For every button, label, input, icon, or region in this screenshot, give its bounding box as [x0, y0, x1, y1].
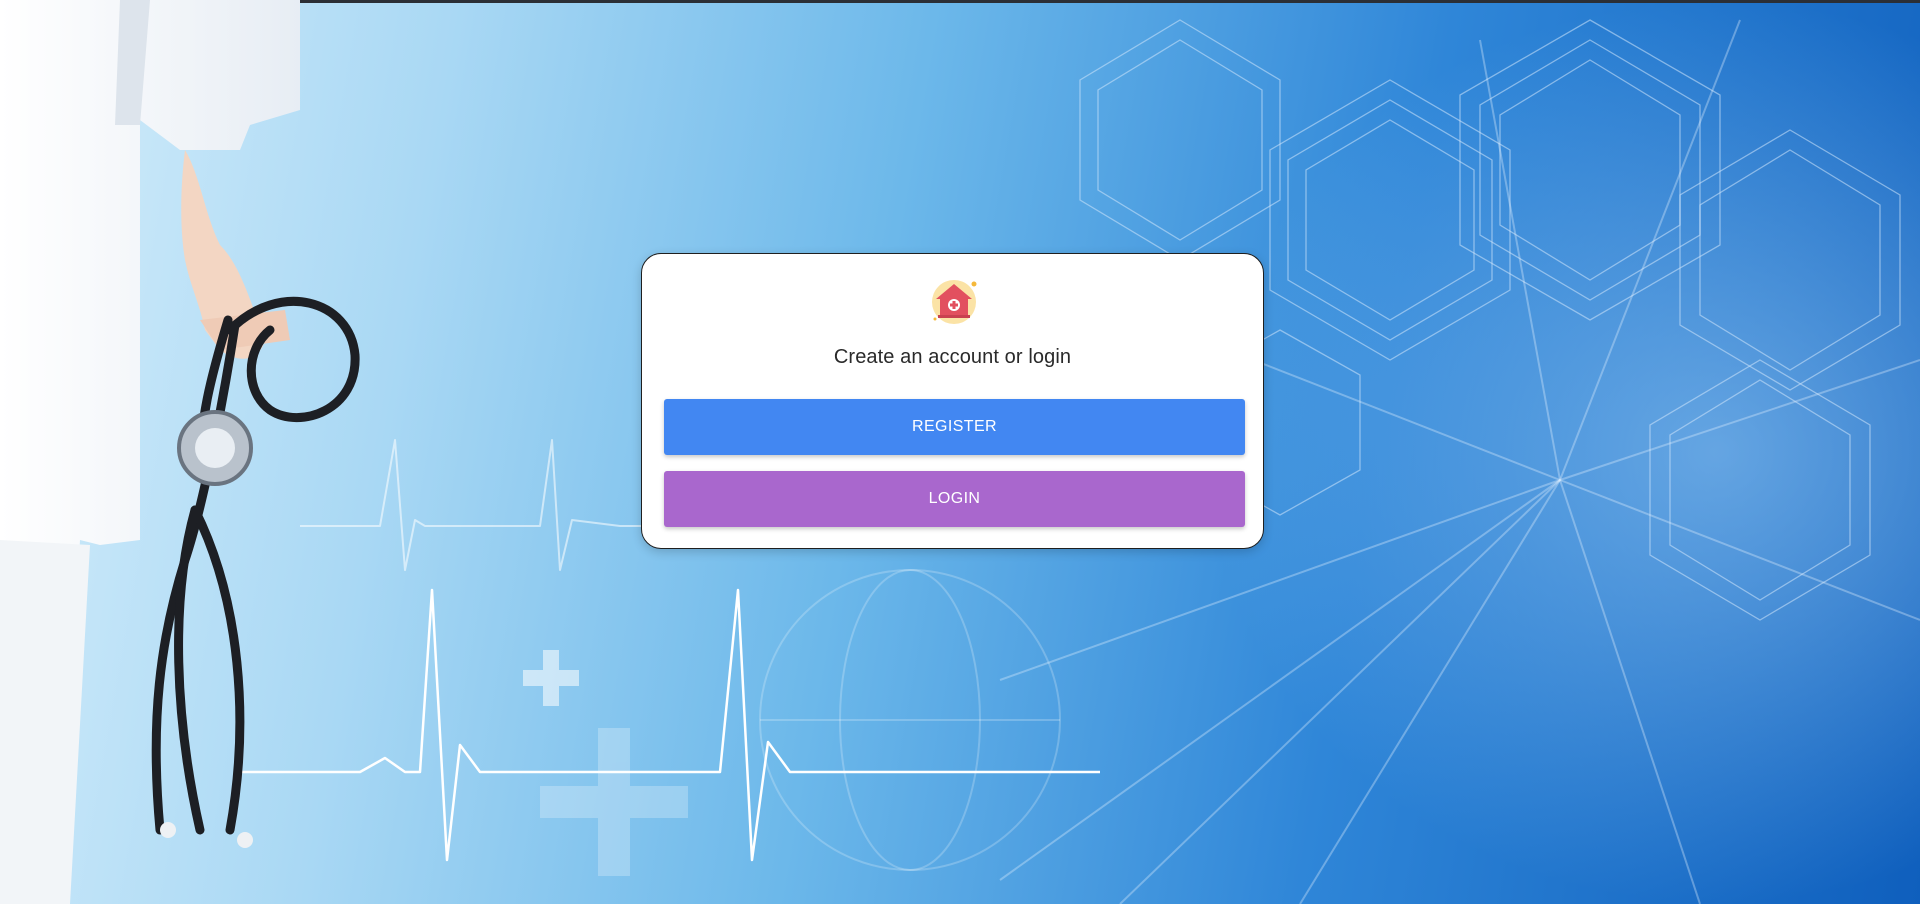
- login-button[interactable]: LOGIN: [664, 471, 1245, 527]
- heartbeat-line-faint: [300, 439, 700, 571]
- medical-cross-decor: [523, 650, 688, 876]
- page-title: Create an account or login: [833, 346, 1072, 368]
- doctor-with-stethoscope: [0, 0, 360, 904]
- page-background: Create an account or login REGISTER LOGI…: [0, 0, 1920, 904]
- auth-card: Create an account or login REGISTER LOGI…: [641, 253, 1264, 549]
- register-button[interactable]: REGISTER: [664, 399, 1245, 455]
- medical-home-icon: [928, 275, 980, 327]
